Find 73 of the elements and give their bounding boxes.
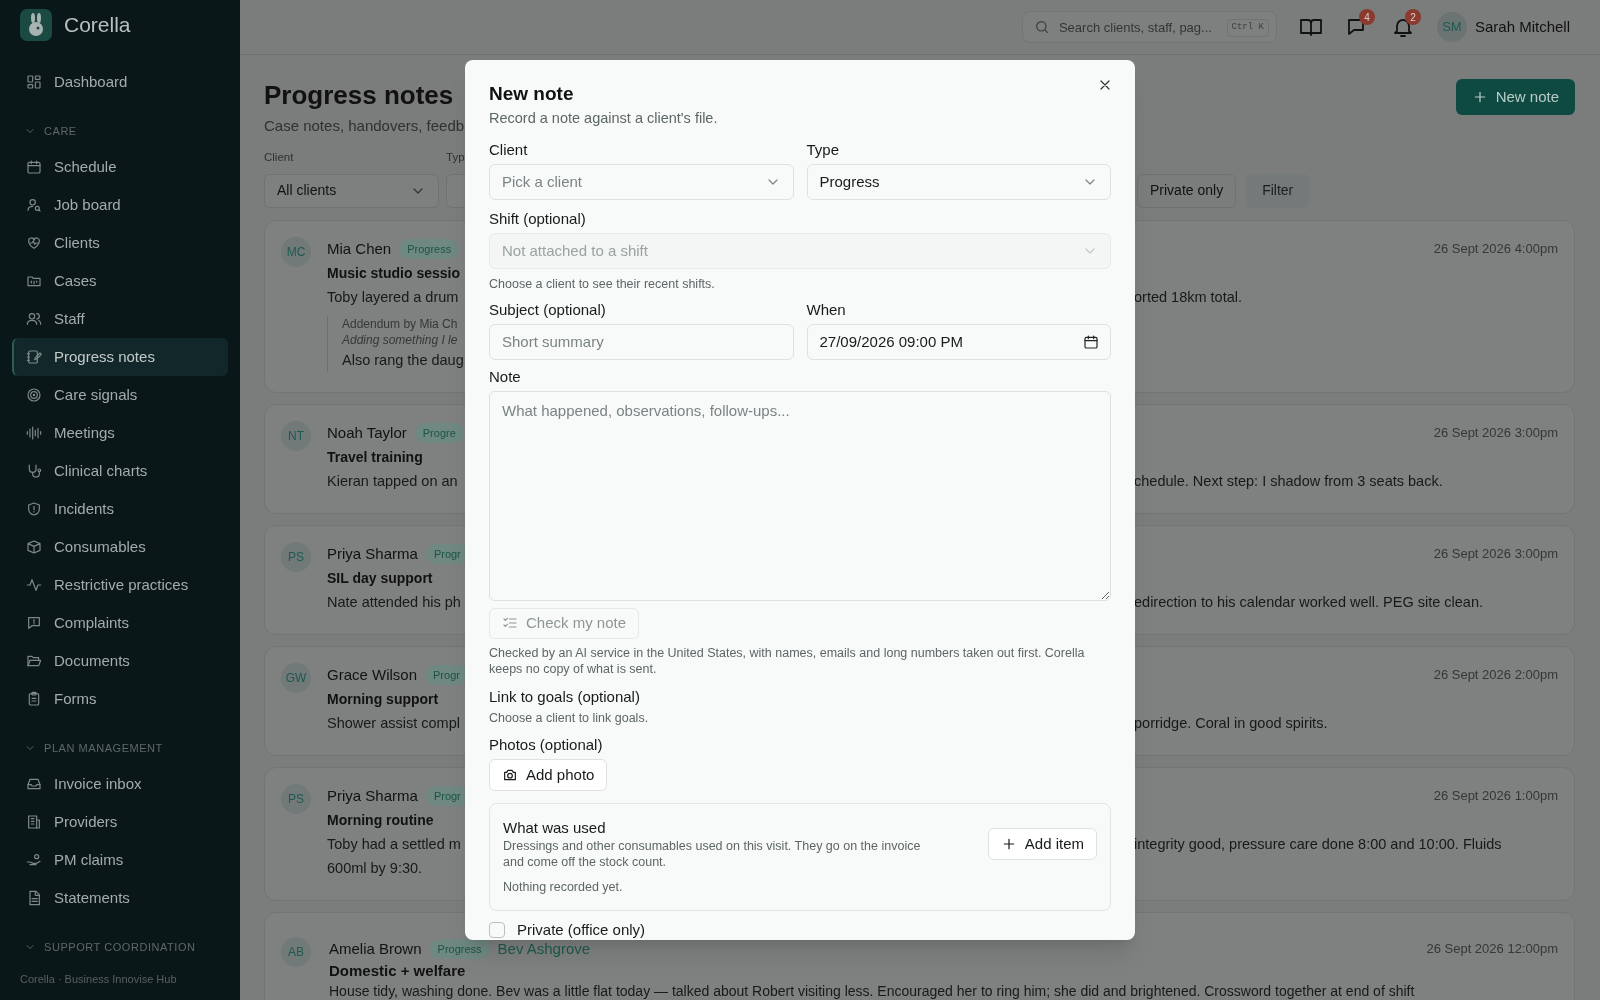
shortcut-key: Ctrl K: [1226, 19, 1269, 37]
field-hint: Choose a client to link goals.: [489, 709, 650, 727]
field-label: Type: [806, 139, 841, 160]
section-heading: SUPPORT COORDINATION: [44, 939, 196, 955]
author-name: Priya Sharma: [327, 543, 418, 564]
field-label: Link to goals (optional): [489, 686, 641, 707]
note-type-badge: Progre: [414, 422, 464, 443]
section-heading: PLAN MANAGEMENT: [44, 740, 163, 756]
field-label: Subject (optional): [489, 299, 607, 320]
client-avatar: AB: [281, 936, 311, 967]
field-hint: Choose a client to see their recent shifts.: [489, 275, 716, 293]
client-avatar: PS: [281, 541, 311, 572]
note-text: Toby had a settled m: [327, 834, 462, 854]
note-text: Nate attended his ph: [327, 592, 462, 612]
empty-state-text: Nothing recorded yet.: [503, 879, 624, 897]
filter-label: Client: [264, 149, 294, 165]
note-text: edirection to his calendar worked well. PEG site clean.: [1134, 592, 1484, 612]
note-text: House tidy, washing done. Bev was a little flat today — talked about Robert visiting less. Encouraged her to ring him; she did and brightened. Crossword together at end of shift: [329, 981, 1415, 1000]
client-avatar: MC: [281, 236, 311, 267]
field-label: Photos (optional): [489, 735, 604, 756]
note-date: 26 Sept 2026 4:00pm: [1433, 240, 1558, 258]
note-text: Kieran tapped on an: [327, 471, 459, 491]
author-name: Mia Chen: [327, 238, 392, 259]
note-title: Travel training: [327, 447, 424, 467]
note-date: 26 Sept 2026 2:00pm: [1433, 666, 1558, 684]
note-date: 26 Sept 2026 3:00pm: [1433, 545, 1558, 563]
author-name: Amelia Brown: [329, 938, 422, 959]
note-title: Morning routine: [327, 810, 435, 830]
count-badge: 4: [1358, 9, 1375, 25]
note-text: Toby layered a drum: [327, 287, 460, 307]
author-name: Priya Sharma: [327, 785, 418, 806]
panel-title: What was used: [503, 818, 607, 839]
addendum-text: Also rang the daug: [342, 350, 464, 370]
note-title: Morning support: [327, 689, 440, 709]
note-text: integrity good, pressure care done 8:00 and 10:00. Fluids: [1134, 834, 1503, 854]
client-avatar: PS: [281, 783, 311, 814]
client-avatar: NT: [281, 420, 311, 451]
privacy-note: Checked by an AI service in the United States, with names, emails and long numbers taken out first. Corella keeps no copy of what is sent.: [489, 644, 1086, 677]
addendum-heading: Addendum by Mia Ch: [342, 315, 459, 332]
field-label: Note: [489, 366, 522, 387]
note-text: 600ml by 9:30.: [327, 858, 424, 878]
note-type-badge: Progress: [429, 938, 490, 959]
page-title: Progress notes: [264, 79, 455, 111]
checkbox-label: Private (office only): [517, 920, 646, 940]
page-subtitle: Case notes, handovers, feedb: [264, 116, 465, 136]
note-title: Music studio sessio: [327, 263, 462, 283]
note-title: SIL day support: [327, 568, 434, 588]
note-date: 26 Sept 2026 3:00pm: [1433, 424, 1558, 442]
note-date: 26 Sept 2026 1:00pm: [1433, 787, 1558, 805]
note-text: Shower assist compl: [327, 713, 461, 733]
filter-label: Typ: [446, 149, 465, 165]
note-date: 26 Sept 2026 12:00pm: [1426, 940, 1558, 958]
note-title: Domestic + welfare: [329, 960, 467, 981]
note-type-badge: Progr: [425, 664, 468, 685]
section-heading: CARE: [44, 123, 77, 139]
note-text: orted 18km total.: [1134, 287, 1243, 307]
author-name: Grace Wilson: [327, 664, 418, 685]
select-field: Not attached to a shift: [489, 232, 1111, 269]
client-avatar: GW: [281, 662, 311, 693]
field-label: Shift (optional): [489, 208, 587, 229]
addendum-quote: Adding something I le: [342, 331, 459, 348]
field-label: Client: [489, 139, 529, 160]
note-type-badge: Progress: [399, 238, 460, 259]
note-text: porridge. Coral in good spirits.: [1134, 713, 1329, 733]
field-label: When: [806, 299, 847, 320]
panel-description: Dressings and other consumables used on this visit. They go on the invoice and come off the stock count.: [503, 838, 922, 871]
dialog-subtitle: Record a note against a client's file.: [489, 109, 718, 128]
dialog-title: New note: [489, 82, 574, 106]
count-badge: 2: [1404, 9, 1421, 25]
app-name: Corella: [64, 12, 131, 39]
note-text: chedule. Next step: I shadow from 3 seats back.: [1134, 471, 1444, 491]
footer-text: Corella · Business Innovise Hub: [19, 972, 178, 987]
author-name: Noah Taylor: [327, 422, 407, 443]
